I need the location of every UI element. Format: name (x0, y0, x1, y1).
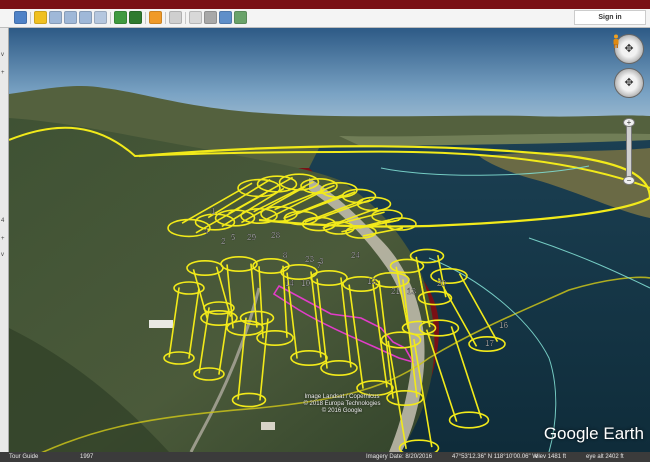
sidebar-toggle-button[interactable] (14, 11, 27, 24)
flight-line-label[interactable]: 10 (301, 279, 311, 288)
flight-line-label[interactable]: 5 (231, 233, 236, 242)
building (149, 320, 173, 328)
path-button[interactable] (64, 11, 77, 24)
toolbar-divider (185, 12, 186, 24)
flight-line-label[interactable]: 17 (485, 339, 495, 348)
building (261, 422, 275, 430)
image-overlay-button[interactable] (79, 11, 92, 24)
elevation-readout: elev 1481 ft (535, 454, 567, 460)
flight-line-label[interactable]: 28 (271, 231, 281, 240)
coordinates-readout: 47°53'12.36" N 118°10'00.06" W (452, 454, 538, 460)
attribution-line: Image Landsat / Copernicus (304, 394, 380, 400)
flight-line-label[interactable]: 20 (437, 279, 447, 288)
google-maps-button[interactable] (234, 11, 247, 24)
zoom-in-button[interactable]: + (623, 118, 635, 127)
historical-imagery-button[interactable] (114, 11, 127, 24)
status-bar: Tour Guide 1997 Imagery Date: 8/20/2016 … (0, 452, 650, 462)
toolbar: Sign in (0, 9, 650, 28)
flight-line-label[interactable]: 7 (317, 261, 322, 270)
panel-marker[interactable]: 4 (1, 218, 4, 225)
panel-marker[interactable]: + (1, 236, 5, 243)
print-button[interactable] (204, 11, 217, 24)
street-view-pegman-icon[interactable] (612, 34, 620, 48)
imagery-date: Imagery Date: 8/20/2016 (366, 454, 433, 460)
toolbar-divider (30, 12, 31, 24)
move-arrows-icon: ✥ (624, 77, 634, 89)
flight-line-label[interactable]: 24 (351, 251, 361, 260)
move-joystick[interactable]: ✥ (614, 68, 644, 98)
record-tour-button[interactable] (94, 11, 107, 24)
planets-button[interactable] (149, 11, 162, 24)
panel-marker[interactable]: v (1, 252, 4, 259)
sidebar-panel[interactable]: v + 4 + v (0, 28, 9, 458)
flight-line-label[interactable]: 12 (367, 277, 377, 286)
toolbar-divider (110, 12, 111, 24)
placemark-button[interactable] (34, 11, 47, 24)
flight-line-label[interactable]: 29 (247, 233, 257, 242)
toolbar-divider (165, 12, 166, 24)
panel-marker[interactable]: + (1, 70, 5, 77)
attribution-line: © 2016 Google (321, 408, 363, 414)
globe-view[interactable]: 1 2 29 4 5 28 8 3 23 24 7 12 21 13 20 16 17 14 10 ✥ ✥ + − … (9, 28, 650, 452)
flight-line-label[interactable]: 8 (283, 251, 288, 260)
save-image-button[interactable] (219, 11, 232, 24)
sign-in-button[interactable]: Sign in (574, 10, 646, 25)
flight-line-label[interactable]: 21 (391, 287, 401, 296)
polygon-button[interactable] (49, 11, 62, 24)
panel-marker[interactable]: v (1, 52, 4, 59)
toolbar-divider (145, 12, 146, 24)
flight-line-label[interactable]: 23 (305, 255, 315, 264)
ruler-button[interactable] (169, 11, 182, 24)
zoom-slider[interactable] (626, 122, 632, 182)
flight-line-label[interactable]: 14 (285, 279, 295, 288)
flight-line-label[interactable]: 1 (211, 207, 216, 216)
eye-altitude-readout: eye alt 2402 ft (586, 454, 624, 460)
sun-button[interactable] (129, 11, 142, 24)
historical-year-label: 1997 (80, 454, 94, 460)
flight-line-label[interactable]: 13 (407, 287, 417, 296)
zoom-out-button[interactable]: − (623, 176, 635, 185)
google-earth-logo: Google Earth (543, 424, 644, 443)
flight-line-label[interactable]: 16 (499, 321, 509, 330)
flight-line-label[interactable]: 4 (204, 227, 209, 236)
satellite-imagery: 12 2945 288323 2471221 1320161714 10 (9, 28, 650, 452)
email-button[interactable] (189, 11, 202, 24)
attribution-line: © 2018 Europa Technologies (303, 401, 381, 407)
tour-guide-button[interactable]: Tour Guide (9, 452, 38, 462)
imagery-attribution: Image Landsat / Copernicus © 2018 Europa… (287, 394, 397, 415)
flight-line-label[interactable]: 2 (221, 237, 226, 246)
